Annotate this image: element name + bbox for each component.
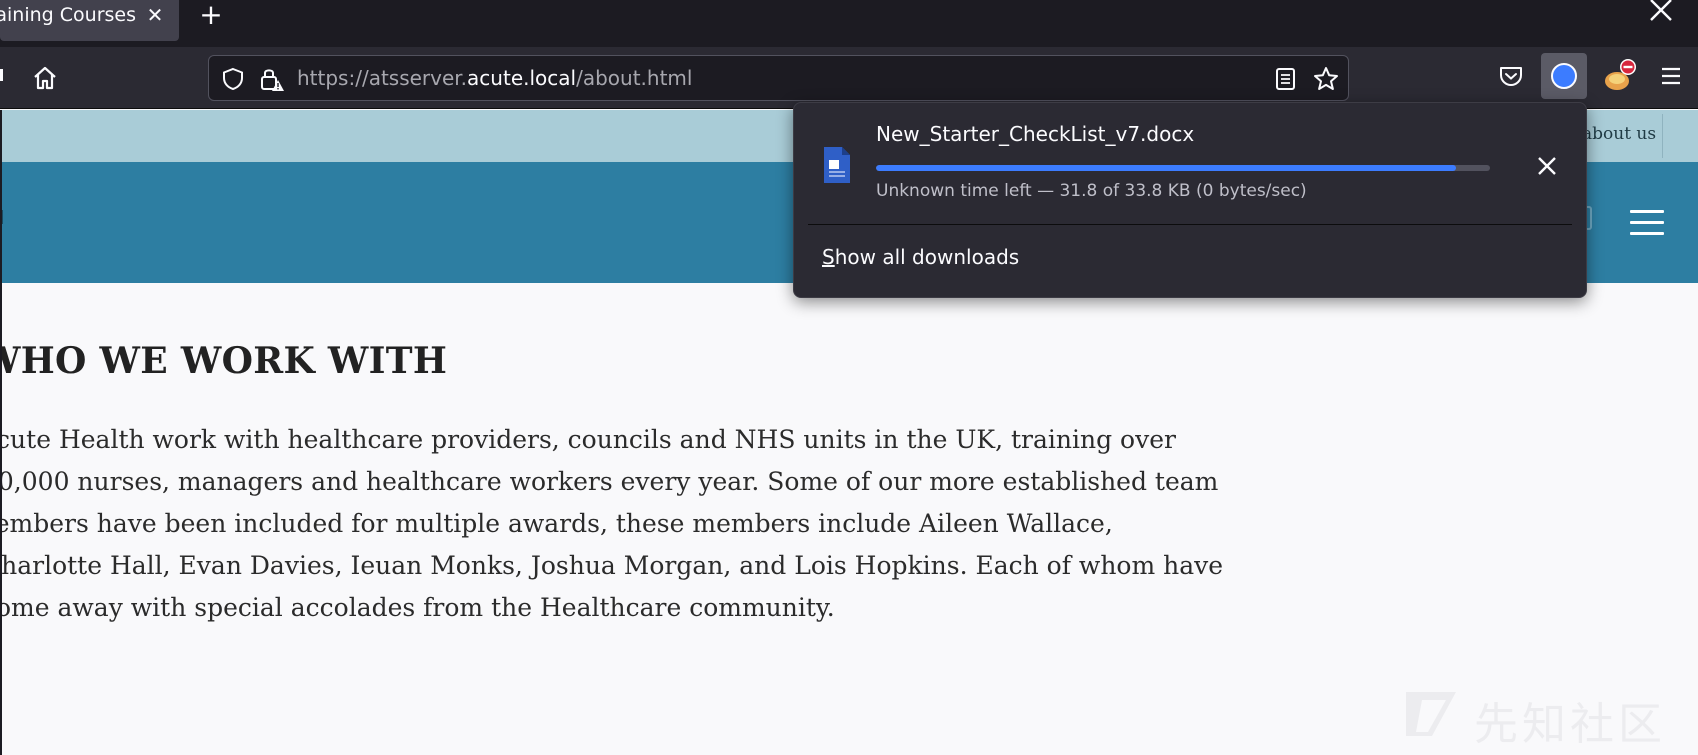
window-close-button[interactable] (1630, 0, 1698, 38)
navigation-toolbar: https://atsserver.acute.local/about.html (0, 47, 1698, 109)
watermark-logo-icon (1406, 692, 1456, 736)
page-heading: WHO WE WORK WITH (0, 340, 448, 382)
download-status: Unknown time left — 31.8 of 33.8 KB (0 b… (876, 181, 1307, 201)
home-button[interactable] (30, 63, 60, 93)
tracking-protection-shield-icon[interactable] (221, 67, 245, 91)
panel-separator (808, 224, 1572, 225)
url-scheme: https://atsserver. (297, 66, 468, 90)
download-progress-fill (876, 165, 1456, 171)
window-left-edge (0, 110, 2, 755)
hamburger-menu-icon[interactable] (1659, 65, 1683, 87)
paragraph-line: Acute Health work with healthcare provid… (0, 425, 1176, 454)
paragraph-line: members have been included for multiple … (0, 509, 1113, 538)
downloads-panel: New_Starter_CheckList_v7.docx Unknown ti… (793, 102, 1587, 298)
tab-title: Training Courses (0, 4, 136, 26)
close-icon (1650, 0, 1672, 21)
downloads-button[interactable] (1541, 53, 1587, 99)
pocket-icon[interactable] (1498, 63, 1524, 89)
downloads-icon (1551, 63, 1577, 89)
url-text[interactable]: https://atsserver.acute.local/about.html (297, 56, 692, 100)
paragraph-line: Charlotte Hall, Evan Davies, Ieuan Monks… (0, 551, 1224, 580)
download-progress-bar (876, 165, 1490, 171)
address-bar[interactable]: https://atsserver.acute.local/about.html (208, 55, 1349, 101)
url-path: /about.html (576, 66, 693, 90)
access-key-letter: S (822, 245, 835, 269)
tab-close-icon[interactable]: ✕ (144, 4, 166, 26)
top-band-divider (1662, 114, 1663, 158)
show-all-downloads-button[interactable]: Show all downloads (822, 245, 1019, 269)
show-all-downloads-label: how all downloads (834, 245, 1020, 269)
url-host: acute.local (467, 66, 577, 90)
home-icon (34, 66, 56, 90)
paragraph-line: 10,000 nurses, managers and healthcare w… (0, 467, 1219, 496)
watermark: 先知社区 (1402, 686, 1692, 750)
tab-strip: Training Courses ✕ + (0, 0, 1698, 47)
word-document-icon (824, 147, 850, 183)
download-file-name[interactable]: New_Starter_CheckList_v7.docx (876, 122, 1194, 146)
insecure-lock-icon[interactable] (259, 66, 285, 92)
back-button-edge[interactable] (0, 69, 4, 81)
tab-training-courses[interactable]: Training Courses ✕ (0, 0, 179, 41)
bookmark-star-icon[interactable] (1313, 66, 1339, 92)
about-us-link[interactable]: about us (1582, 124, 1656, 144)
paragraph-line: come away with special accolades from th… (0, 593, 835, 622)
reader-view-icon[interactable] (1275, 67, 1297, 91)
site-menu-icon[interactable] (1630, 210, 1664, 236)
extension-icon[interactable] (1602, 57, 1636, 93)
watermark-text: 先知社区 (1474, 699, 1666, 750)
new-tab-button[interactable]: + (198, 1, 224, 29)
cancel-download-icon[interactable] (1532, 151, 1562, 181)
